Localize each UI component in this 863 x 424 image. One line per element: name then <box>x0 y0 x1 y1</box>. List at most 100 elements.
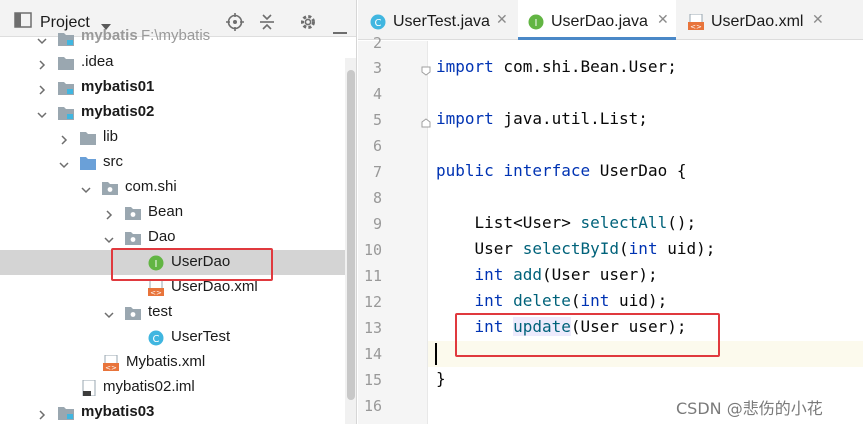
class-icon: C <box>148 330 164 346</box>
tree-item-mybatis[interactable]: mybatis F:\mybatis <box>0 25 345 50</box>
close-icon[interactable]: ✕ <box>496 12 508 28</box>
code-editor[interactable]: 2 3 4 5 6 7 8 9 10 11 12 13 14 15 16 imp… <box>358 34 863 424</box>
line-number: 7 <box>372 163 382 181</box>
package-icon <box>125 230 141 246</box>
tree-item-dao[interactable]: Dao <box>0 225 345 250</box>
svg-text:C: C <box>153 334 160 345</box>
tree-item-test[interactable]: test <box>0 300 345 325</box>
tree-item-com-shi[interactable]: com.shi <box>0 175 345 200</box>
svg-text:I: I <box>535 18 538 29</box>
tree-item-label: com.shi <box>125 178 177 195</box>
text-caret <box>435 343 437 365</box>
folder-icon <box>80 130 96 146</box>
code-token: (User user); <box>541 265 658 284</box>
iml-file-icon <box>81 379 97 397</box>
editor-tab-bar: C UserTest.java ✕ I UserDao.java ✕ <> Us… <box>358 0 863 40</box>
chevron-down-icon[interactable] <box>103 231 115 244</box>
close-icon[interactable]: ✕ <box>812 12 824 28</box>
tree-item-label: mybatis03 <box>81 403 155 420</box>
code-line-12: int delete(int uid); <box>436 291 668 310</box>
highlight-box <box>111 248 273 281</box>
chevron-down-icon[interactable] <box>80 181 92 194</box>
tab-usertest-java[interactable]: C UserTest.java ✕ <box>358 0 518 40</box>
tree-item-label: Dao <box>148 228 176 245</box>
tab-userdao-xml[interactable]: <> UserDao.xml ✕ <box>676 0 831 40</box>
tree-item-label: mybatis02.iml <box>103 378 195 395</box>
code-token: User <box>436 239 523 258</box>
tree-item-label: mybatis01 <box>81 78 155 95</box>
chevron-right-icon[interactable] <box>36 406 48 420</box>
line-number: 4 <box>372 85 382 103</box>
chevron-down-icon[interactable] <box>58 156 70 169</box>
code-token: int <box>474 265 504 284</box>
line-number: 11 <box>363 267 382 285</box>
tree-item-bean[interactable]: Bean <box>0 200 345 225</box>
code-token: uid); <box>657 239 716 258</box>
tab-label: UserDao.xml <box>711 13 804 30</box>
code-token: selectById <box>522 239 620 258</box>
module-folder-icon <box>58 80 74 96</box>
xml-file-icon: <> <box>103 354 119 372</box>
tree-item-label: Mybatis.xml <box>126 353 206 370</box>
line-number: 13 <box>363 319 382 337</box>
tab-label: UserDao.java <box>551 13 648 30</box>
scrollbar-thumb[interactable] <box>347 70 355 400</box>
chevron-right-icon[interactable] <box>103 206 115 220</box>
fold-marker-icon[interactable] <box>421 113 431 128</box>
code-token: import <box>436 109 494 128</box>
code-token: ( <box>619 239 629 258</box>
code-token: List<User> <box>436 213 581 232</box>
tree-item-label: mybatis <box>81 27 138 44</box>
source-folder-icon <box>80 155 96 171</box>
tree-item-lib[interactable]: lib <box>0 125 345 150</box>
code-token: public <box>436 161 494 180</box>
line-number: 6 <box>372 137 382 155</box>
line-number: 15 <box>363 371 382 389</box>
module-folder-icon <box>58 405 74 421</box>
line-number: 12 <box>363 293 382 311</box>
chevron-down-icon[interactable] <box>103 306 115 319</box>
tree-item-mybatis03[interactable]: mybatis03 <box>0 400 345 424</box>
code-token: uid); <box>609 291 668 310</box>
package-icon <box>125 205 141 221</box>
code-token: com.shi.Bean.User; <box>493 57 677 76</box>
highlight-box <box>455 313 720 357</box>
chevron-down-icon[interactable] <box>36 106 48 119</box>
tree-item-src[interactable]: src <box>0 150 345 175</box>
tree-item-label: lib <box>103 128 119 145</box>
svg-text:C: C <box>375 18 382 29</box>
close-icon[interactable]: ✕ <box>657 12 669 28</box>
code-line-7: public interface UserDao { <box>436 161 686 180</box>
line-number: 16 <box>363 397 382 415</box>
tree-item-mybatis02-iml[interactable]: mybatis02.iml <box>0 375 345 400</box>
chevron-right-icon[interactable] <box>58 131 70 145</box>
watermark: CSDN @悲伤的小花 <box>676 399 823 418</box>
code-line-15: } <box>436 369 446 388</box>
code-line-10: User selectById(int uid); <box>436 239 716 258</box>
svg-text:<>: <> <box>690 23 702 30</box>
tree-item-mybatis01[interactable]: mybatis01 <box>0 75 345 100</box>
xml-file-icon: <> <box>148 279 164 297</box>
tree-item-label: Bean <box>148 203 184 220</box>
chevron-right-icon[interactable] <box>36 81 48 95</box>
line-number: 10 <box>363 241 382 259</box>
code-line-3: import com.shi.Bean.User; <box>436 57 677 76</box>
code-token: delete <box>513 291 571 310</box>
code-line-11: int add(User user); <box>436 265 658 284</box>
tree-item-mybatis02[interactable]: mybatis02 <box>0 100 345 125</box>
code-token: add <box>513 265 542 284</box>
package-icon <box>125 305 141 321</box>
code-token: interface <box>503 161 591 180</box>
tree-item-mybatis-xml[interactable]: <> Mybatis.xml <box>0 350 345 375</box>
code-token: java.util.List; <box>493 109 648 128</box>
line-number: 5 <box>372 111 382 129</box>
fold-marker-icon[interactable] <box>421 61 431 76</box>
tree-item-idea[interactable]: .idea <box>0 50 345 75</box>
xml-file-icon: <> <box>688 13 704 31</box>
chevron-down-icon[interactable] <box>36 32 48 45</box>
chevron-right-icon[interactable] <box>36 56 48 70</box>
folder-icon <box>58 55 74 71</box>
tree-item-usertest[interactable]: C UserTest <box>0 325 345 350</box>
code-line-9: List<User> selectAll(); <box>436 213 697 232</box>
tab-userdao-java[interactable]: I UserDao.java ✕ <box>518 0 676 40</box>
